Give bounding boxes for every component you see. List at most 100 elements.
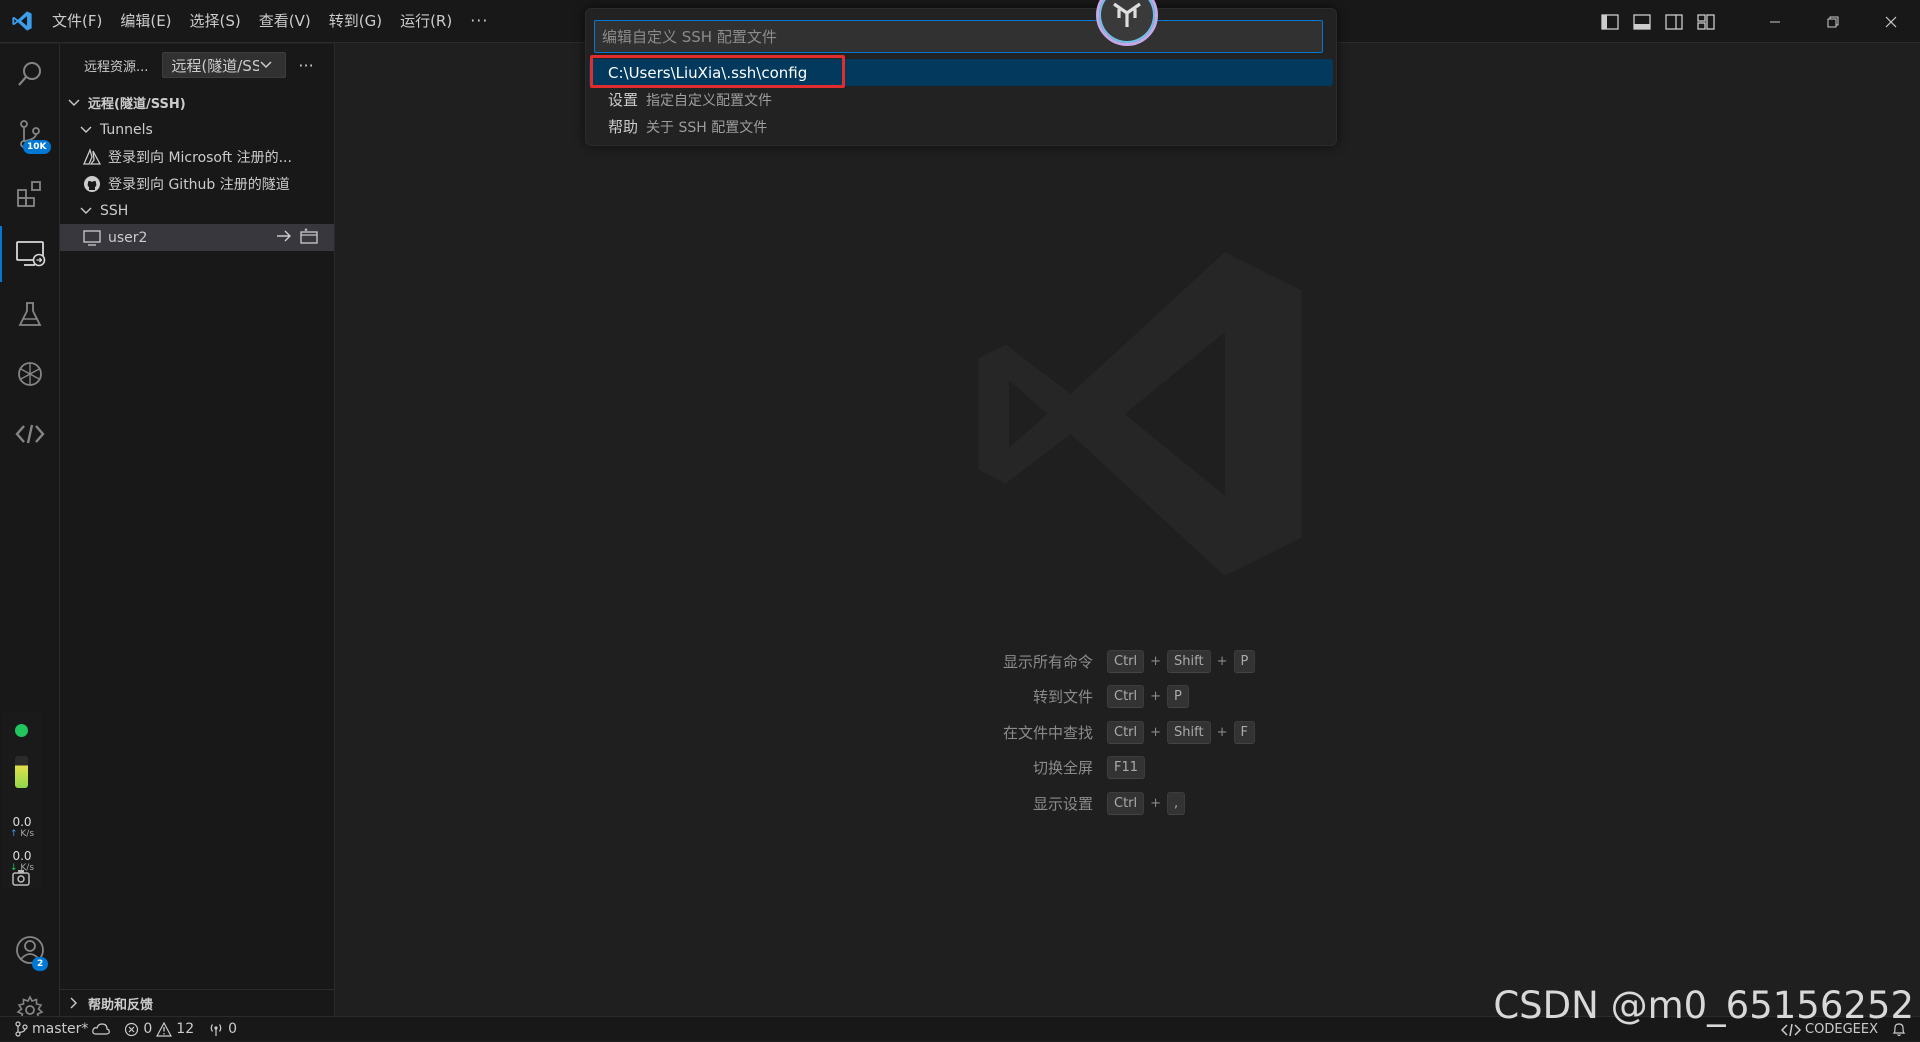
upload-speed-unit: ↑ K/s <box>9 829 35 839</box>
item-description: 指定自定义配置文件 <box>646 92 773 109</box>
ssh-host-user2[interactable]: user2 <box>60 224 334 251</box>
minimize-button[interactable] <box>1746 0 1804 43</box>
activity-bar: 10K 0.0 ↑ K/s 0.0 ↓ K/s 2 <box>0 44 60 1024</box>
quick-pick-item-settings[interactable]: 设置 指定自定义配置文件 <box>589 86 1333 113</box>
menu-item[interactable]: 选择(S) <box>181 7 250 35</box>
key-separator: + <box>1216 724 1228 740</box>
toggle-primary-sidebar-icon[interactable] <box>1594 7 1626 37</box>
chatgpt-icon[interactable] <box>0 346 60 402</box>
shortcut-row: 显示设置 Ctrl +, <box>815 790 1415 816</box>
menu-item[interactable]: 运行(R) <box>391 7 461 35</box>
item-label: 帮助 <box>608 118 639 136</box>
quick-pick-item-help[interactable]: 帮助 关于 SSH 配置文件 <box>589 113 1333 140</box>
tunnel-item-label: 登录到向 Microsoft 注册的... <box>108 149 292 166</box>
vscode-logo-icon <box>0 0 43 43</box>
shortcut-keys: Ctrl +, <box>1107 791 1186 815</box>
scm-badge: 10K <box>23 140 51 154</box>
open-in-new-window-icon[interactable] <box>300 228 318 248</box>
codegeex-icon[interactable] <box>0 406 60 462</box>
more-actions-icon[interactable]: ··· <box>298 56 313 75</box>
key-cap: P <box>1233 649 1256 673</box>
item-description: 关于 SSH 配置文件 <box>646 119 768 136</box>
shortcut-label: 显示所有命令 <box>1002 652 1093 671</box>
shortcut-keys: F11 <box>1107 756 1146 779</box>
toggle-secondary-sidebar-icon[interactable] <box>1658 7 1690 37</box>
chevron-down-icon <box>260 61 272 69</box>
error-count: 0 <box>143 1021 153 1037</box>
git-branch-icon <box>15 1021 28 1037</box>
key-separator: + <box>1150 653 1162 669</box>
quick-pick-list: C:\Users\LiuXia\.ssh\config 设置 指定自定义配置文件… <box>589 59 1333 140</box>
tunnels-group[interactable]: Tunnels <box>60 116 334 143</box>
extensions-icon[interactable] <box>0 166 60 222</box>
menu-item[interactable]: 转到(G) <box>320 7 391 35</box>
search-icon[interactable] <box>0 46 60 102</box>
tunnels-label: Tunnels <box>100 121 153 138</box>
key-cap: Ctrl <box>1107 649 1145 673</box>
key-cap: F <box>1233 720 1255 744</box>
remote-section-header[interactable]: 远程(隧道/SSH) <box>60 89 334 116</box>
key-separator: + <box>1150 724 1162 740</box>
ssh-label: SSH <box>100 202 129 219</box>
source-control-icon[interactable]: 10K <box>0 106 60 162</box>
branch-name: master* <box>32 1021 89 1037</box>
azure-icon <box>82 147 102 167</box>
shortcut-label: 在文件中查找 <box>1002 723 1093 742</box>
tunnel-item-microsoft[interactable]: 登录到向 Microsoft 注册的... <box>60 143 334 170</box>
item-label: 设置 <box>608 91 639 109</box>
battery-level-icon <box>15 756 28 788</box>
ssh-group[interactable]: SSH <box>60 197 334 224</box>
menu-more-button[interactable]: ··· <box>461 7 497 35</box>
accounts-badge: 2 <box>32 957 49 971</box>
testing-icon[interactable] <box>0 286 60 342</box>
customize-layout-icon[interactable] <box>1690 7 1722 37</box>
accounts-icon[interactable]: 2 <box>0 922 60 978</box>
broadcast-icon <box>210 1023 222 1036</box>
shortcut-row: 显示所有命令 Ctrl + Shift + P <box>815 648 1415 674</box>
key-cap: , <box>1167 791 1186 815</box>
key-cap: F11 <box>1107 756 1146 779</box>
vscode-watermark-logo-icon <box>955 229 1325 603</box>
shortcut-keys: Ctrl + P <box>1107 685 1189 708</box>
tunnel-item-github[interactable]: 登录到向 Github 注册的隧道 <box>60 170 334 197</box>
quick-pick-input[interactable] <box>594 20 1323 53</box>
connect-arrow-icon[interactable] <box>276 229 292 247</box>
help-feedback-section[interactable]: 帮助和反馈 <box>60 989 334 1016</box>
online-status-dot <box>15 724 28 737</box>
problems-status[interactable]: 0 12 <box>117 1017 201 1042</box>
shortcut-row: 在文件中查找 Ctrl + Shift + F <box>815 719 1415 745</box>
chevron-right-icon <box>66 995 82 1011</box>
shortcut-row: 转到文件 Ctrl + P <box>815 684 1415 710</box>
editor-area: 显示所有命令 Ctrl + Shift + P 转到文件 Ctrl + P 在文件中查找 Ctrl + S… <box>335 44 1920 1016</box>
menu-item[interactable]: 编辑(E) <box>111 7 180 35</box>
ssh-host-label: user2 <box>108 229 148 246</box>
key-cap: Shift <box>1167 649 1211 673</box>
shortcut-row: 切换全屏 F11 <box>815 755 1415 781</box>
chevron-down-icon <box>78 203 94 219</box>
tunnel-item-label: 登录到向 Github 注册的隧道 <box>108 176 290 193</box>
toggle-panel-icon[interactable] <box>1626 7 1658 37</box>
chevron-down-icon <box>78 122 94 138</box>
camera-icon[interactable] <box>0 858 42 898</box>
quick-pick-item-config-path[interactable]: C:\Users\LiuXia\.ssh\config <box>589 59 1333 86</box>
csdn-watermark: CSDN @m0_65156252 <box>1493 984 1914 1027</box>
menu-item[interactable]: 查看(V) <box>250 7 320 35</box>
github-icon <box>82 174 102 194</box>
shortcut-label: 转到文件 <box>1032 688 1093 706</box>
remote-explorer-icon[interactable] <box>0 226 60 282</box>
ports-status[interactable]: 0 <box>201 1017 244 1042</box>
key-cap: Shift <box>1167 720 1211 744</box>
item-label: C:\Users\LiuXia\.ssh\config <box>608 63 808 82</box>
remote-type-select[interactable]: 远程(隧道/SSH) <box>162 52 287 78</box>
warning-icon <box>156 1021 173 1037</box>
quick-pick-text-field[interactable] <box>595 21 1322 52</box>
key-cap: Ctrl <box>1107 791 1145 815</box>
remote-explorer-sidebar: 远程资源... 远程(隧道/SSH) ··· 远程(隧道/SSH) Tunnel… <box>60 44 335 1016</box>
menu-item[interactable]: 文件(F) <box>43 7 111 35</box>
branch-status[interactable]: master* <box>0 1017 117 1042</box>
shortcut-keys: Ctrl + Shift + F <box>1107 720 1255 744</box>
key-cap: Ctrl <box>1107 685 1145 708</box>
key-separator: + <box>1150 795 1162 811</box>
close-button[interactable] <box>1862 0 1920 43</box>
restore-button[interactable] <box>1804 0 1862 43</box>
